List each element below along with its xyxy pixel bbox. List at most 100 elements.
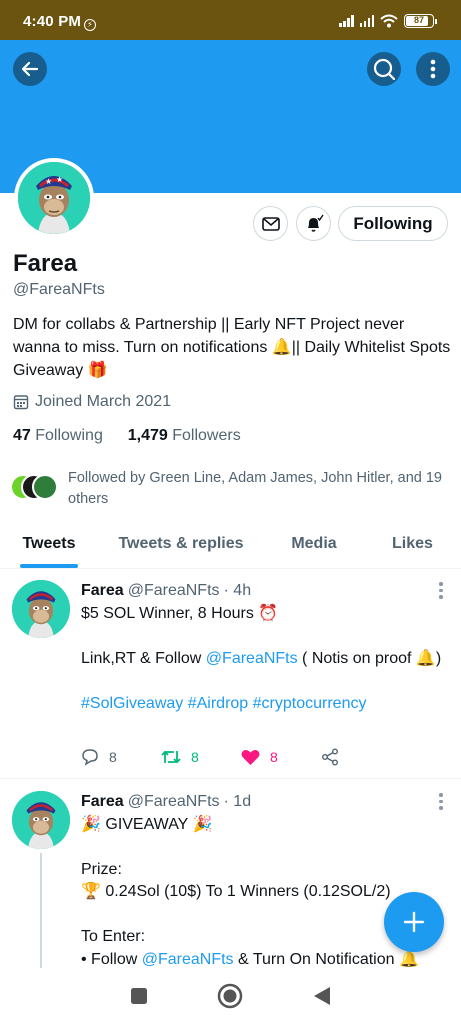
data-saver-icon: ⚡ [84,19,97,31]
like-count: 8 [270,749,278,765]
heart-icon [241,749,260,765]
profile-name: Farea [13,250,78,277]
mention-link[interactable]: @FareaNFts [142,951,234,968]
wifi-icon [380,14,398,28]
followed-by-text: Followed by Green Line, Adam James, John… [68,470,442,507]
calendar-icon [13,395,29,410]
active-tab-indicator [20,564,78,568]
following-count: 47 [13,427,31,444]
tweet-text: $5 SOL Winner, 8 Hours [81,604,259,622]
following-count-link[interactable]: 47 Following [13,427,103,444]
tab-label: Tweets & replies [118,535,244,552]
status-bar: 4:40 PM ⚡ 87 [0,0,461,40]
party-emoji: 🎉 [192,815,213,833]
following-button[interactable]: Following [338,206,448,241]
tweet-line: Link,RT & Follow @FareaNFts ( Notis on p… [81,648,451,671]
tweet-text: GIVEAWAY [100,815,193,833]
joined-text: Joined March 2021 [35,393,172,410]
retweet-button[interactable]: 8 [161,748,241,766]
followers-count: 1,479 [127,427,168,444]
mail-icon [261,216,280,231]
tweet-header: Farea @FareaNFts · 1d [81,791,451,814]
reply-count: 8 [109,749,117,765]
bell-icon [307,214,324,232]
svg-text:★: ★ [56,175,63,184]
hashtag-links[interactable]: #SolGiveaway #Airdrop #cryptocurrency [81,693,451,716]
tweet-text: & Turn On Notification [233,950,399,968]
tweet-author-handle: @FareaNFts [127,793,220,810]
tab-label: Tweets [22,535,76,552]
tweet-time: · 1d [223,793,252,810]
share-button[interactable] [321,748,401,766]
battery-tip [435,18,437,24]
status-time: 4:40 PM ⚡ [23,13,97,31]
mention-link[interactable]: @FareaNFts [206,650,298,667]
retweet-icon [161,750,181,764]
tweet[interactable]: Farea @FareaNFts · 4h $5 SOL Winner, 8 H… [0,570,461,778]
tweet-header: Farea @FareaNFts · 4h [81,580,451,603]
tweet-author-handle: @FareaNFts [127,582,220,599]
svg-text:★: ★ [45,177,52,186]
tweet-text: ) [435,649,442,667]
follow-counts: 47 Following 1,479 Followers [13,427,241,445]
back-button[interactable] [13,52,47,86]
recents-square-icon[interactable] [130,987,148,1005]
tweet-actions: 8 8 8 [81,746,401,768]
tab-likes[interactable]: Likes [364,520,461,568]
bell-emoji: 🔔 [415,649,436,667]
tab-label: Media [291,535,337,552]
more-options-button[interactable] [416,52,450,86]
followed-by[interactable]: Followed by Green Line, Adam James, John… [10,468,455,510]
tab-tweets[interactable]: Tweets [0,520,98,568]
profile-tabs: Tweets Tweets & replies Media Likes [0,520,461,569]
plus-icon [403,911,425,933]
tweet-text: ( Notis on proof [297,649,416,667]
reply-icon [82,749,98,766]
ape-avatar-image: ★ ★ [18,162,90,234]
tweet-text: Link,RT & Follow [81,649,206,667]
signal-icon [359,15,374,27]
tweet-content: Farea @FareaNFts · 4h $5 SOL Winner, 8 H… [81,580,451,715]
tweet-avatar[interactable] [12,580,70,638]
tweet-author-name: Farea [81,793,124,810]
tweet-author-name: Farea [81,582,124,599]
bell-emoji: 🔔 [398,950,419,968]
tab-tweets-replies[interactable]: Tweets & replies [98,520,264,568]
tweet-avatar[interactable] [12,791,70,849]
notifications-button[interactable] [296,206,331,241]
back-triangle-icon[interactable] [313,986,331,1006]
trophy-emoji: 🏆 [81,883,101,900]
tweet-line: $5 SOL Winner, 8 Hours ⏰ [81,603,451,626]
ape-avatar-image [12,580,70,638]
tweet-time: · 4h [223,582,252,599]
message-button[interactable] [253,206,288,241]
following-label: Following [35,427,103,444]
tweet-text: 0.24Sol (10$) To 1 Winners (0.12SOL/2) [100,883,391,900]
profile-handle: @FareaNFts [13,281,105,298]
search-button[interactable] [367,52,401,86]
share-icon [322,748,338,766]
follower-avatar [32,474,58,500]
back-arrow-icon [21,61,39,77]
retweet-count: 8 [191,749,199,765]
profile-bio: DM for collabs & Partnership || Early NF… [13,313,453,382]
followers-avatars [10,474,58,504]
followers-count-link[interactable]: 1,479 Followers [128,427,241,444]
profile-avatar[interactable]: ★ ★ [14,158,94,238]
tweet-line: 🎉 GIVEAWAY 🎉 [81,814,451,837]
status-time-text: 4:40 PM [23,13,82,30]
reply-button[interactable]: 8 [81,748,161,766]
battery-level: 87 [413,15,424,25]
tab-media[interactable]: Media [264,520,364,568]
signal-icon [339,15,354,27]
tweet-text: Prize: [81,860,122,878]
joined-date: Joined March 2021 [13,393,171,411]
tab-label: Likes [392,535,433,552]
home-circle-icon[interactable] [217,983,243,1009]
ape-avatar-image [12,791,70,849]
search-icon [373,58,395,80]
gift-emoji: 🎁 [87,362,108,379]
tweet-text: • Follow [81,950,142,968]
compose-tweet-button[interactable] [384,892,444,952]
like-button[interactable]: 8 [241,749,321,766]
